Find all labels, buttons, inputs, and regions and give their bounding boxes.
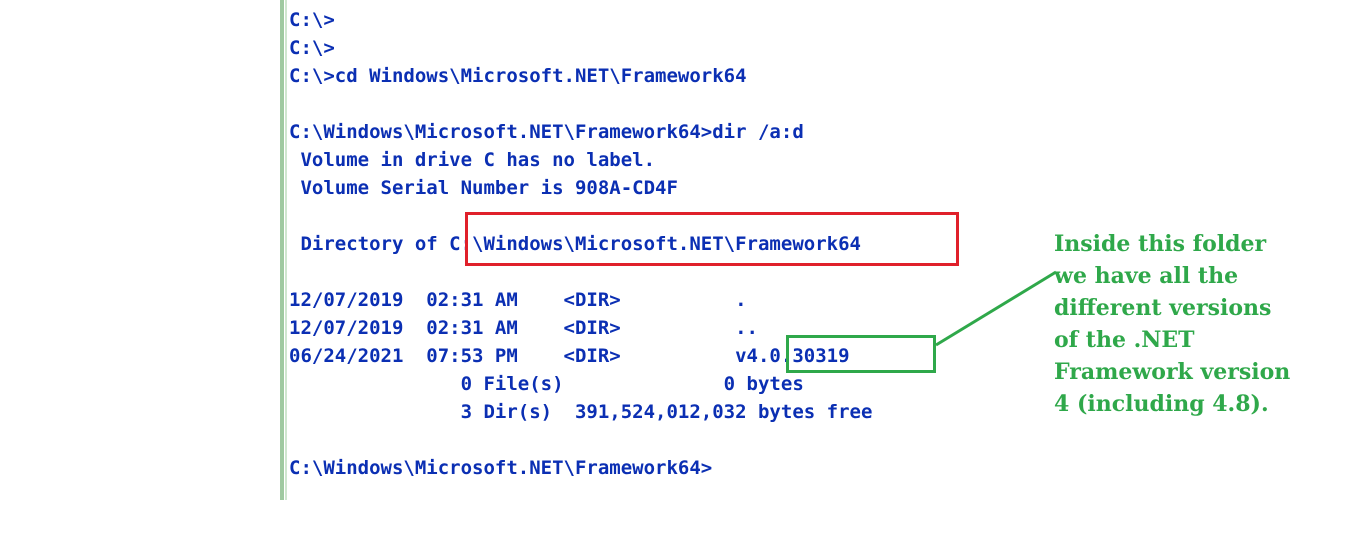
callout-note-line-3: different versions <box>1054 295 1272 321</box>
command-prompt-window[interactable]: C:\> C:\> C:\>cd Windows\Microsoft.NET\F… <box>0 0 1352 556</box>
console-line-dir-entry-v4: 06/24/2021 07:53 PM <DIR> v4.0.30319 <box>289 345 850 367</box>
console-line-volume-serial: Volume Serial Number is 908A-CD4F <box>289 177 678 199</box>
callout-arrow-line <box>935 270 1057 347</box>
callout-note-line-6: 4 (including 4.8). <box>1054 391 1269 417</box>
window-left-border-inner <box>285 0 287 500</box>
callout-note-line-1: Inside this folder <box>1054 231 1267 257</box>
framework64-path-highlight <box>465 212 959 266</box>
callout-note-line-5: Framework version <box>1054 359 1291 385</box>
console-line-prompt-2: C:\> <box>289 37 335 59</box>
v4-folder-highlight <box>786 335 936 373</box>
console-line-dir-count: 3 Dir(s) 391,524,012,032 bytes free <box>289 401 873 423</box>
window-left-border <box>280 0 284 500</box>
callout-note-line-4: of the .NET <box>1054 327 1195 353</box>
console-line-dir-entry-dot: 12/07/2019 02:31 AM <DIR> . <box>289 289 747 311</box>
console-line-volume-label: Volume in drive C has no label. <box>289 149 656 171</box>
callout-note: Inside this folder we have all the diffe… <box>1054 228 1314 420</box>
console-line-dir-entry-dotdot: 12/07/2019 02:31 AM <DIR> .. <box>289 317 758 339</box>
callout-note-line-2: we have all the <box>1054 263 1239 289</box>
console-line-dir-command: C:\Windows\Microsoft.NET\Framework64>dir… <box>289 121 804 143</box>
console-line-file-count: 0 File(s) 0 bytes <box>289 373 804 395</box>
console-line-prompt-1: C:\> <box>289 9 335 31</box>
console-line-cd-command: C:\>cd Windows\Microsoft.NET\Framework64 <box>289 65 747 87</box>
console-line-final-prompt: C:\Windows\Microsoft.NET\Framework64> <box>289 457 713 479</box>
